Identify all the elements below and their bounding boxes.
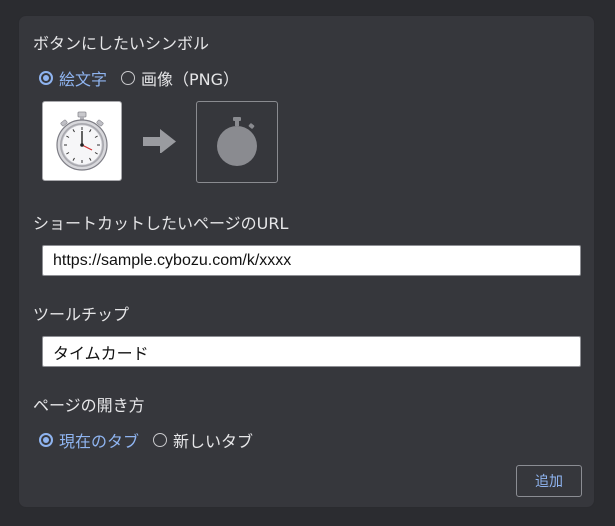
url-section-title: ショートカットしたいページのURL (33, 214, 289, 233)
radio-checked-icon (39, 433, 53, 447)
radio-unchecked-icon (153, 433, 168, 447)
button-preview (196, 101, 278, 183)
tooltip-input[interactable] (42, 336, 581, 367)
stopwatch-emoji-icon (56, 111, 108, 171)
url-input[interactable] (42, 245, 581, 276)
radio-image-png[interactable]: 画像（PNG） (121, 66, 239, 90)
stopwatch-silhouette-icon (217, 117, 257, 166)
symbol-type-radio-group: 絵文字 画像（PNG） (39, 66, 253, 90)
emoji-preview[interactable] (42, 101, 122, 181)
add-button[interactable]: 追加 (516, 465, 582, 497)
right-arrow-icon (143, 129, 177, 157)
radio-image-png-label: 画像（PNG） (141, 70, 240, 89)
tooltip-section-title: ツールチップ (33, 305, 130, 324)
symbol-section-title: ボタンにしたいシンボル (33, 34, 210, 53)
radio-unchecked-icon (121, 71, 136, 85)
open-method-section-title: ページの開き方 (33, 396, 145, 415)
radio-checked-icon (39, 71, 53, 85)
radio-new-tab[interactable]: 新しいタブ (153, 428, 253, 452)
radio-current-tab-label: 現在のタブ (59, 432, 140, 451)
add-shortcut-dialog: ボタンにしたいシンボル 絵文字 画像（PNG） ショートカットしたいページのUR… (18, 15, 595, 508)
radio-emoji[interactable]: 絵文字 (39, 66, 107, 90)
radio-new-tab-label: 新しいタブ (173, 432, 254, 451)
open-method-radio-group: 現在のタブ 新しいタブ (39, 428, 267, 452)
radio-emoji-label: 絵文字 (59, 70, 108, 89)
radio-current-tab[interactable]: 現在のタブ (39, 428, 139, 452)
